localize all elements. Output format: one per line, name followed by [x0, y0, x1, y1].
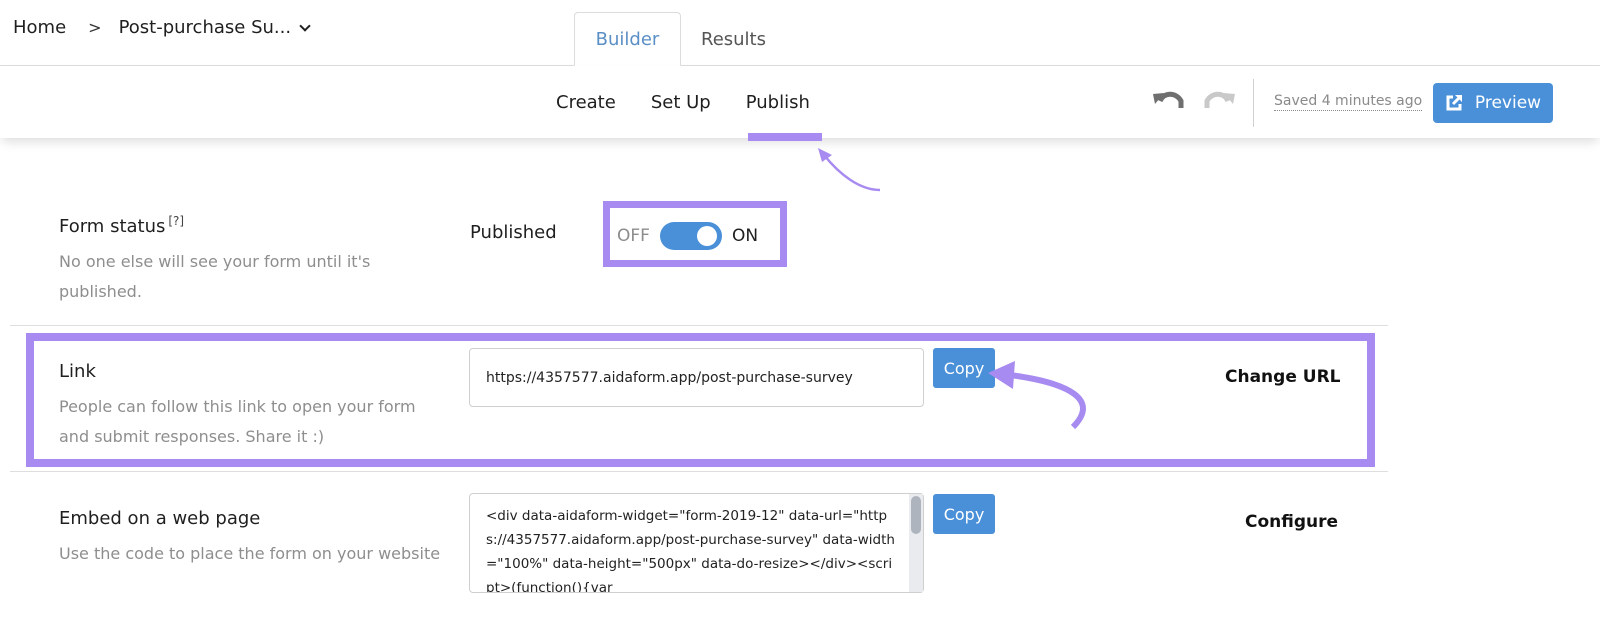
breadcrumb-home-link[interactable]: Home — [13, 17, 66, 38]
publish-toggle-switch[interactable] — [659, 222, 722, 250]
tab-publish[interactable]: Publish — [730, 66, 826, 141]
top-bar: Home > Post-purchase Su... Builder Resul… — [0, 0, 1600, 66]
section-divider — [10, 325, 1388, 326]
preview-button[interactable]: Preview — [1433, 83, 1553, 123]
toggle-off-label: OFF — [617, 226, 650, 246]
chevron-down-icon[interactable] — [299, 19, 311, 32]
link-section: Link People can follow this link to open… — [59, 361, 439, 452]
sub-navigation-bar: Create Set Up Publish Saved 4 minutes ag… — [0, 66, 1600, 141]
tab-create[interactable]: Create — [540, 66, 632, 138]
preview-label: Preview — [1474, 93, 1542, 113]
breadcrumb-current-form[interactable]: Post-purchase Su... — [119, 17, 292, 38]
embed-code-scrollbar[interactable] — [909, 494, 923, 592]
tab-set-up[interactable]: Set Up — [635, 66, 727, 138]
help-icon[interactable]: [?] — [168, 214, 184, 228]
embed-description: Use the code to place the form on your w… — [59, 544, 441, 563]
link-description: People can follow this link to open your… — [59, 397, 416, 446]
external-link-icon — [1446, 95, 1462, 111]
published-status-label: Published — [470, 222, 557, 243]
toolbar-divider — [1253, 79, 1254, 127]
annotation-arrow-icon — [818, 148, 881, 192]
form-status-description: No one else will see your form until it'… — [59, 252, 371, 301]
main-tabs: Builder Results — [574, 12, 786, 67]
toggle-knob — [696, 226, 717, 246]
form-status-section: Form status [?] No one else will see your… — [59, 214, 409, 307]
redo-icon[interactable] — [1202, 88, 1236, 114]
toggle-on-label: ON — [731, 226, 759, 246]
undo-icon[interactable] — [1152, 88, 1186, 114]
sub-tabs: Create Set Up Publish — [540, 66, 826, 141]
scrollbar-thumb[interactable] — [911, 496, 921, 534]
link-title: Link — [59, 361, 96, 382]
embed-title: Embed on a web page — [59, 508, 261, 529]
configure-link[interactable]: Configure — [1245, 512, 1338, 532]
form-status-title-text: Form status — [59, 216, 166, 237]
breadcrumb-separator-icon: > — [88, 18, 102, 37]
form-status-title: Form status [?] — [59, 214, 409, 237]
copy-embed-button[interactable]: Copy — [933, 494, 995, 534]
saved-status: Saved 4 minutes ago — [1274, 93, 1423, 111]
section-divider — [10, 471, 1388, 472]
annotation-arrow-icon — [988, 361, 1086, 430]
embed-section: Embed on a web page Use the code to plac… — [59, 508, 459, 569]
publish-toggle: OFF ON — [617, 222, 758, 250]
tab-results[interactable]: Results — [681, 12, 786, 66]
breadcrumb: Home > Post-purchase Su... — [13, 17, 311, 38]
change-url-link[interactable]: Change URL — [1225, 367, 1341, 387]
tab-builder[interactable]: Builder — [574, 12, 681, 66]
form-url-input[interactable] — [469, 348, 924, 407]
embed-code-textarea[interactable]: <div data-aidaform-widget="form-2019-12"… — [469, 493, 924, 593]
